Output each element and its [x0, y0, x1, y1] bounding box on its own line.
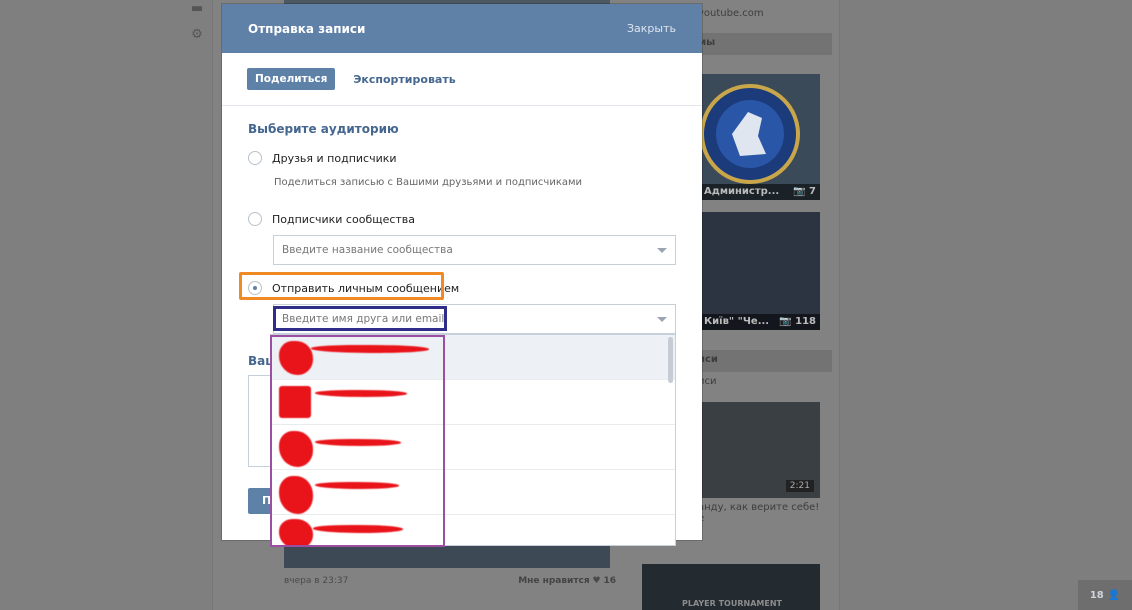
group-thumb-photo[interactable]: Київ" "Че... 📷 118 [700, 212, 820, 330]
comment-textarea[interactable] [248, 375, 270, 467]
highlight-box-blue [273, 306, 447, 331]
highlight-box-purple [270, 335, 445, 547]
community-select[interactable]: Введите название сообщества [273, 235, 676, 265]
right-area [840, 0, 1132, 610]
post-time[interactable]: вчера в 23:37 [284, 576, 348, 586]
chevron-down-icon[interactable] [657, 316, 667, 322]
post-meta: вчера в 23:37 Мне нравится ♥ 16 [284, 576, 616, 586]
option-friends-hint: Поделиться записью с Вашими друзьями и п… [274, 177, 583, 188]
post-likes[interactable]: Мне нравится ♥ 16 [518, 576, 616, 586]
radio-community[interactable] [248, 212, 262, 226]
highlight-box-orange [239, 272, 444, 300]
online-counter[interactable]: 18 👤 [1078, 580, 1132, 610]
group-thumb-chelsea[interactable]: Администр... 📷 7 [700, 74, 820, 200]
chevron-down-icon[interactable] [657, 247, 667, 253]
video-thumb[interactable]: 2:21 [700, 402, 820, 498]
scrollbar[interactable] [668, 337, 673, 383]
tab-export[interactable]: Экспортировать [353, 73, 455, 86]
audience-title: Выберите аудиторию [248, 122, 399, 136]
message-icon: ▬ [190, 1, 204, 16]
dialog-tabs: Поделиться Экспортировать [222, 53, 702, 106]
option-friends-label[interactable]: Друзья и подписчики [272, 152, 397, 165]
close-button[interactable]: Закрыть [627, 22, 676, 35]
game-thumb[interactable]: PLAYER TOURNAMENT [642, 564, 820, 610]
option-community-label[interactable]: Подписчики сообщества [272, 213, 415, 226]
dialog-title: Отправка записи [248, 21, 366, 36]
option-community[interactable]: Подписчики сообщества [248, 212, 415, 226]
chelsea-logo-icon [700, 84, 800, 184]
left-menu-area [0, 0, 212, 610]
user-icon: 👤 [1107, 589, 1121, 601]
send-button[interactable]: П [248, 488, 271, 514]
option-friends[interactable]: Друзья и подписчики [248, 151, 397, 165]
gear-icon: ⚙ [191, 27, 203, 42]
community-select-placeholder: Введите название сообщества [282, 244, 453, 256]
radio-friends[interactable] [248, 151, 262, 165]
dialog-header: Отправка записи Закрыть [222, 4, 702, 53]
tab-share[interactable]: Поделиться [247, 68, 336, 90]
